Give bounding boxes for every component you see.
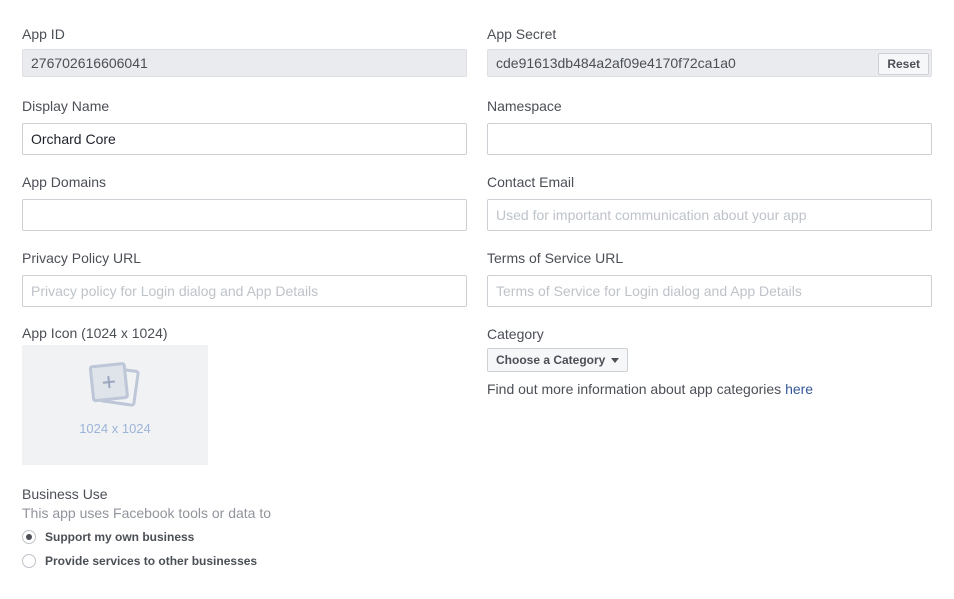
reset-secret-button[interactable]: Reset xyxy=(878,53,929,75)
radio-button[interactable] xyxy=(22,554,36,568)
app-icon-field: App Icon (1024 x 1024) 1024 x 1024 xyxy=(22,324,467,465)
app-domains-field: App Domains xyxy=(22,173,467,231)
business-use-label: Business Use xyxy=(22,486,108,502)
privacy-policy-field: Privacy Policy URL xyxy=(22,249,467,307)
category-info: Find out more information about app cate… xyxy=(487,381,932,397)
radio-label: Support my own business xyxy=(45,530,195,544)
app-domains-label: App Domains xyxy=(22,174,107,190)
app-settings-form: App ID 276702616606041 Display Name App … xyxy=(0,0,954,599)
business-use-description: This app uses Facebook tools or data to xyxy=(22,505,272,521)
app-icon-label: App Icon (1024 x 1024) xyxy=(22,325,168,341)
contact-email-field: Contact Email xyxy=(487,173,932,231)
caret-down-icon xyxy=(611,357,620,363)
category-info-text: Find out more information about app cate… xyxy=(487,381,786,397)
radio-button-checked[interactable] xyxy=(22,530,36,544)
display-name-label: Display Name xyxy=(22,98,110,114)
terms-of-service-input[interactable] xyxy=(487,275,932,307)
app-id-value: 276702616606041 xyxy=(22,49,467,77)
namespace-input[interactable] xyxy=(487,123,932,155)
category-info-link[interactable]: here xyxy=(785,381,813,397)
category-label: Category xyxy=(487,326,544,342)
business-use-field: Business Use This app uses Facebook tool… xyxy=(22,485,467,569)
app-id-label: App ID xyxy=(22,26,65,42)
display-name-field: Display Name xyxy=(22,97,467,155)
radio-support-own-business[interactable]: Support my own business xyxy=(22,529,467,545)
contact-email-label: Contact Email xyxy=(487,174,575,190)
app-secret-field: App Secret cde91613db484a2af09e4170f72ca… xyxy=(487,25,932,77)
app-icon-dimensions: 1024 x 1024 xyxy=(79,421,151,436)
radio-provide-services[interactable]: Provide services to other businesses xyxy=(22,553,467,569)
app-secret-value: cde91613db484a2af09e4170f72ca1a0 xyxy=(487,49,932,77)
namespace-field: Namespace xyxy=(487,97,932,155)
privacy-policy-input[interactable] xyxy=(22,275,467,307)
app-domains-input[interactable] xyxy=(22,199,467,231)
contact-email-input[interactable] xyxy=(487,199,932,231)
category-field: Category Choose a Category Find out more… xyxy=(487,325,932,397)
privacy-policy-label: Privacy Policy URL xyxy=(22,250,142,266)
choose-category-label: Choose a Category xyxy=(496,353,606,367)
app-icon-upload[interactable]: 1024 x 1024 xyxy=(22,345,208,465)
namespace-label: Namespace xyxy=(487,98,562,114)
terms-of-service-field: Terms of Service URL xyxy=(487,249,932,307)
app-secret-label: App Secret xyxy=(487,26,557,42)
display-name-input[interactable] xyxy=(22,123,467,155)
radio-label: Provide services to other businesses xyxy=(45,554,258,568)
choose-category-dropdown[interactable]: Choose a Category xyxy=(487,348,629,372)
app-id-field: App ID 276702616606041 xyxy=(22,25,467,77)
add-photo-icon xyxy=(88,362,140,407)
terms-of-service-label: Terms of Service URL xyxy=(487,250,624,266)
